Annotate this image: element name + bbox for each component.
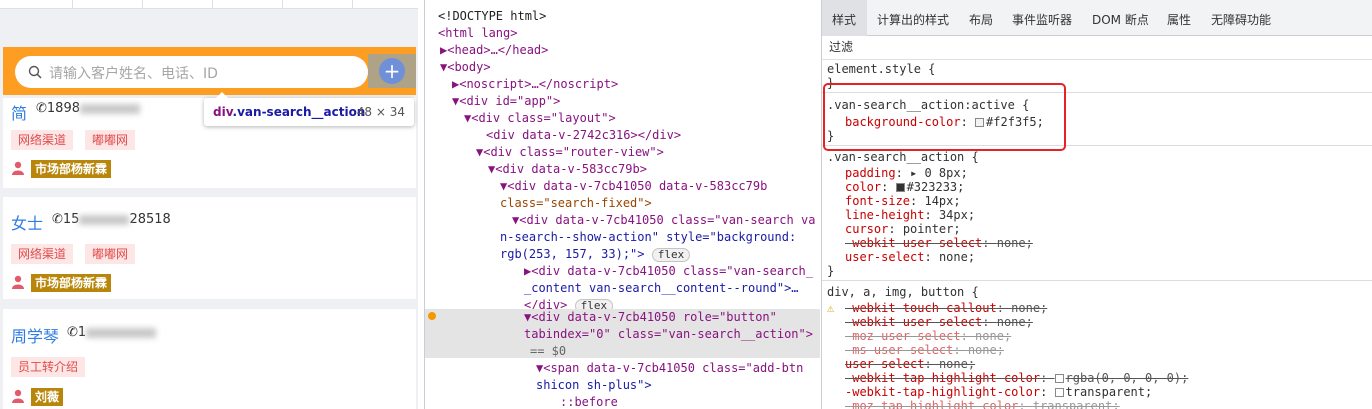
search-bar: 请输入客户姓名、电话、ID + [3,47,416,95]
customer-name: 女士 [11,214,44,233]
css-declaration[interactable]: -webkit-tap-highlight-color: transparent… [845,385,1152,399]
tab-computed[interactable]: 计算出的样式 [877,11,949,28]
top-strip [0,0,418,9]
search-placeholder: 请输入客户姓名、电话、ID [49,66,218,82]
css-declaration[interactable]: color: #323233; [845,180,964,194]
dom-line[interactable]: ▼<div class="router-view"> [476,144,820,161]
dom-line: shicon sh-plus"> [536,378,652,392]
dom-line: rgb(253, 157, 33);"> flex [500,246,820,263]
tooltip-class: .van-search__action [232,105,366,119]
filter-input[interactable]: 过滤 [822,36,1372,60]
customer-tag: 嘟嘟网 [85,244,136,264]
tab-accessibility[interactable]: 无障碍功能 [1211,11,1271,28]
css-declaration-overridden[interactable]: -ms-user-select: none; [845,343,1004,357]
css-declaration-overridden[interactable]: -webkit-touch-callout: none; [845,301,1047,315]
plus-icon[interactable]: + [379,58,405,84]
customer-name: 简 [11,104,28,123]
customer-phone: ✆15 28518 [52,212,171,227]
inspect-tooltip: div.van-search__action 48 × 34 [204,92,414,126]
element-style-selector: element.style { [827,62,936,76]
dom-line: _content van-search__content--round">… [524,281,799,295]
customer-phone: ✆1898 [36,101,140,116]
styles-panel: 样式 计算出的样式 布局 事件监听器 DOM 断点 属性 无障碍功能 过滤 el… [821,0,1372,409]
flex-badge[interactable]: flex [651,248,691,262]
person-icon [11,389,25,406]
customer-phone: ✆1 [67,325,157,340]
tooltip-size: 48 × 34 [356,105,405,119]
customer-name: 周学琴 [11,327,60,346]
styles-tabs: 样式 计算出的样式 布局 事件监听器 DOM 断点 属性 无障碍功能 [822,0,1372,36]
customer-tag: 网络渠道 [11,130,74,150]
elements-panel: <!DOCTYPE html> <html lang> ▶<head>…</he… [424,0,820,409]
customer-card[interactable]: 女士 ✆15 28518 网络渠道 嘟嘟网 市场部杨新霖 [3,197,416,299]
css-declaration[interactable]: cursor: pointer; [845,222,961,236]
search-icon [28,65,42,79]
dom-line[interactable]: <div data-v-2742c316></div> [486,127,820,144]
dom-line: class="search-fixed"> [500,196,652,210]
dom-line[interactable]: ▶<head>…</head> [440,42,820,59]
owner-badge: 市场部杨新霖 [31,274,112,292]
dom-line-selected[interactable]: ▼<div data-v-7cb41050 role="button" [524,309,820,326]
dom-line[interactable]: ▼<div data-v-7cb41050 data-v-583cc79b [500,178,820,195]
rule-close: } [827,264,835,278]
dom-line[interactable]: ▼<div class="layout"> [464,110,820,127]
css-declaration-overridden[interactable]: -webkit-user-select: none; [845,315,1033,329]
dom-line[interactable]: ::before [560,394,820,409]
tab-event-listeners[interactable]: 事件监听器 [1012,11,1072,28]
mobile-preview: 简 ✆1898 网络渠道 嘟嘟网 市场部杨新霖 请输入客户姓名、电话、ID + … [0,0,418,409]
dom-line[interactable]: <html lang> [438,25,820,42]
dom-line-selected: == $0 [530,344,567,358]
warning-icon: ⚠ [827,301,835,315]
customer-card[interactable]: 周学琴 ✆1 员工转介绍 刘薇 [3,309,416,409]
highlight-annotation-box [823,83,1066,151]
css-declaration[interactable]: padding: ▸ 0 8px; [845,166,968,180]
dom-line[interactable]: ▼<span data-v-7cb41050 class="add-btn [536,360,820,377]
dom-line[interactable]: ▶<div data-v-7cb41050 class="van-search_ [524,263,820,280]
dom-line[interactable]: ▶<noscript>…</noscript> [452,76,820,93]
owner-badge: 市场部杨新霖 [31,160,112,178]
owner-badge: 刘薇 [31,388,64,406]
css-declaration[interactable]: user-select: none; [845,250,975,264]
rule-selector: .van-search__action { [827,150,979,164]
dom-line: n-search--show-action" style="background… [500,230,797,244]
search-input[interactable]: 请输入客户姓名、电话、ID [15,56,368,88]
customer-tag: 网络渠道 [11,244,74,264]
tooltip-tag: div [213,105,233,119]
tab-layout[interactable]: 布局 [969,11,993,28]
css-declaration-overridden[interactable]: -moz-tap-highlight-color: transparent; [845,399,1120,409]
dom-line-selected[interactable]: tabindex="0" class="van-search__action"> [524,326,820,343]
dom-line[interactable]: ▼<div data-v-7cb41050 class="van-search … [512,212,820,229]
dom-line[interactable]: ▼<div id="app"> [452,93,820,110]
rule-selector: div, a, img, button { [827,285,979,299]
tab-styles[interactable]: 样式 [832,11,856,28]
css-declaration-overridden[interactable]: -webkit-user-select: none; [845,236,1033,250]
person-icon [11,161,25,178]
css-declaration[interactable]: font-size: 14px; [845,194,961,208]
css-declaration-overridden[interactable]: -moz-user-select: none; [845,329,1011,343]
breakpoint-dot [428,312,436,320]
tab-dom-breakpoints[interactable]: DOM 断点 [1092,11,1149,28]
dom-line[interactable]: ▼<div data-v-583cc79b> [488,161,820,178]
search-action[interactable]: + [368,54,416,88]
dom-line[interactable]: <!DOCTYPE html> [438,8,820,25]
person-icon [11,275,25,292]
css-declaration-overridden[interactable]: user-select: none; [845,357,975,371]
customer-tag: 嘟嘟网 [85,130,136,150]
tab-properties[interactable]: 属性 [1167,11,1191,28]
customer-tag: 员工转介绍 [11,357,86,377]
dom-line[interactable]: ▼<body> [440,59,820,76]
css-declaration-overridden[interactable]: -webkit-tap-highlight-color: rgba(0, 0, … [845,371,1188,385]
css-declaration[interactable]: line-height: 34px; [845,208,975,222]
